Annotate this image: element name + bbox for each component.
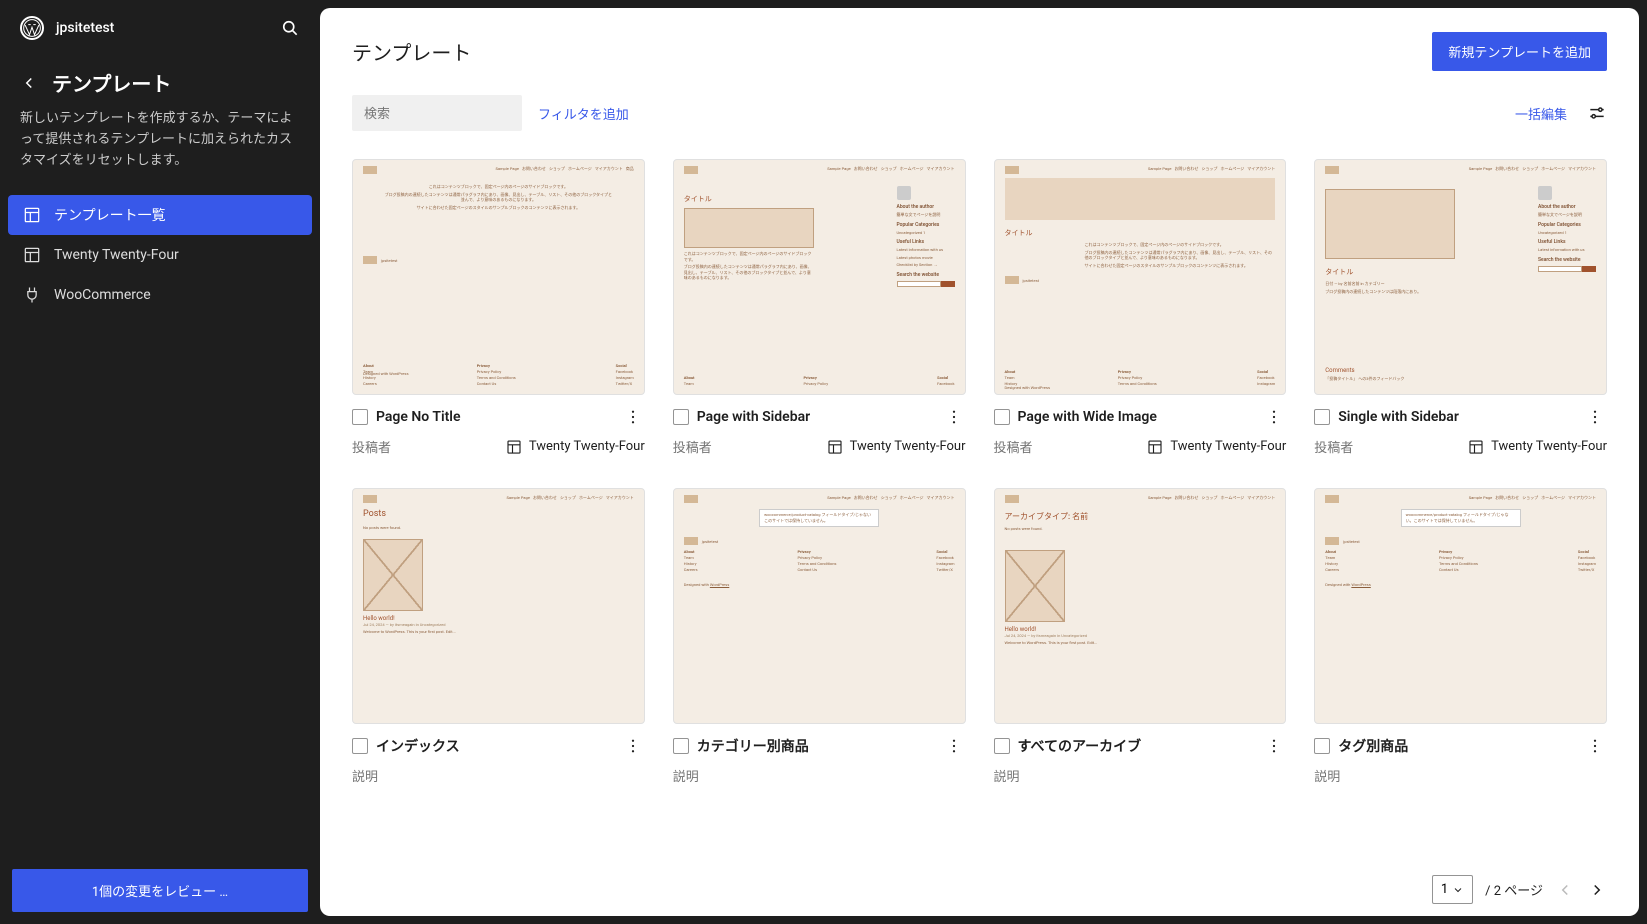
- template-card: Sample Pageお問い合わせショップホームページマイアカウント アーカイブ…: [994, 488, 1287, 789]
- template-card: Sample Pageお問い合わせショップホームページマイアカウント タイトル …: [673, 159, 966, 460]
- layout-icon: [505, 438, 523, 456]
- meta-author-label: 投稿者: [352, 437, 391, 456]
- more-actions-button[interactable]: [1583, 405, 1607, 429]
- template-thumbnail[interactable]: Sample Pageお問い合わせショップホームページマイアカウント wooco…: [1314, 488, 1607, 724]
- template-thumbnail[interactable]: Sample Pageお問い合わせショップホームページマイアカウント タイトル …: [673, 159, 966, 395]
- meta-theme: Twenty Twenty-Four: [505, 438, 645, 456]
- template-title[interactable]: Single with Sidebar: [1338, 409, 1575, 425]
- nav-list: テンプレート一覧 Twenty Twenty-Four WooCommerce: [0, 187, 320, 323]
- template-thumbnail[interactable]: Sample Pageお問い合わせショップホームページマイアカウント タイトル …: [994, 159, 1287, 395]
- layout-icon: [22, 245, 42, 265]
- toolbar: フィルタを追加 一括編集: [320, 89, 1639, 143]
- add-filter-link[interactable]: フィルタを追加: [538, 104, 629, 123]
- template-thumbnail[interactable]: Sample Pageお問い合わせショップホームページマイアカウント アーカイブ…: [994, 488, 1287, 724]
- main-title: テンプレート: [352, 37, 471, 66]
- layout-icon: [826, 438, 844, 456]
- page-title-row: テンプレート: [0, 56, 320, 105]
- template-checkbox[interactable]: [673, 409, 689, 425]
- chevron-down-icon: [1452, 884, 1464, 896]
- meta-description-label: 説明: [1314, 766, 1340, 785]
- meta-author-label: 投稿者: [673, 437, 712, 456]
- nav-item-label: テンプレート一覧: [54, 205, 166, 225]
- layout-icon: [22, 205, 42, 225]
- template-card: Sample Pageお問い合わせショップホームページマイアカウント wooco…: [1314, 488, 1607, 789]
- meta-author-label: 投稿者: [1314, 437, 1353, 456]
- more-actions-button[interactable]: [1262, 734, 1286, 758]
- template-grid: Sample Pageお問い合わせショップホームページマイアカウント商品 これは…: [352, 159, 1607, 789]
- main-content: テンプレート 新規テンプレートを追加 フィルタを追加 一括編集: [320, 8, 1639, 916]
- more-actions-button[interactable]: [1262, 405, 1286, 429]
- layout-icon: [1467, 438, 1485, 456]
- meta-theme: Twenty Twenty-Four: [826, 438, 966, 456]
- template-title[interactable]: すべてのアーカイブ: [1018, 736, 1255, 756]
- add-template-button[interactable]: 新規テンプレートを追加: [1432, 32, 1607, 71]
- meta-theme: Twenty Twenty-Four: [1146, 438, 1286, 456]
- template-title[interactable]: Page No Title: [376, 409, 613, 425]
- more-actions-button[interactable]: [621, 734, 645, 758]
- template-card: Sample Pageお問い合わせショップホームページマイアカウント商品 これは…: [352, 159, 645, 460]
- template-thumbnail[interactable]: Sample Pageお問い合わせショップホームページマイアカウント商品 これは…: [352, 159, 645, 395]
- template-thumbnail[interactable]: Sample Pageお問い合わせショップホームページマイアカウント タイトル …: [1314, 159, 1607, 395]
- nav-item-templates-list[interactable]: テンプレート一覧: [8, 195, 312, 235]
- meta-author-label: 投稿者: [994, 437, 1033, 456]
- template-checkbox[interactable]: [1314, 409, 1330, 425]
- bulk-edit-link[interactable]: 一括編集: [1515, 104, 1567, 123]
- wordpress-logo-icon[interactable]: [20, 16, 44, 40]
- template-checkbox[interactable]: [352, 409, 368, 425]
- template-checkbox[interactable]: [673, 738, 689, 754]
- view-options-icon[interactable]: [1587, 103, 1607, 123]
- back-chevron-icon[interactable]: [20, 74, 38, 92]
- more-actions-button[interactable]: [1583, 734, 1607, 758]
- search-input[interactable]: [360, 98, 544, 129]
- meta-description-label: 説明: [994, 766, 1020, 785]
- review-changes-button[interactable]: 1個の変更をレビュー …: [12, 869, 308, 912]
- template-title[interactable]: インデックス: [376, 736, 613, 756]
- template-grid-wrap: Sample Pageお問い合わせショップホームページマイアカウント商品 これは…: [320, 143, 1639, 863]
- template-checkbox[interactable]: [1314, 738, 1330, 754]
- template-title[interactable]: Page with Wide Image: [1018, 409, 1255, 425]
- template-thumbnail[interactable]: Sample Pageお問い合わせショップホームページマイアカウント wooco…: [673, 488, 966, 724]
- page-select[interactable]: 1: [1432, 875, 1473, 904]
- plug-icon: [22, 285, 42, 305]
- more-actions-button[interactable]: [621, 405, 645, 429]
- search-box: [352, 95, 522, 131]
- template-card: Sample Pageお問い合わせショップホームページマイアカウント タイトル …: [994, 159, 1287, 460]
- template-title[interactable]: Page with Sidebar: [697, 409, 934, 425]
- meta-description-label: 説明: [673, 766, 699, 785]
- template-checkbox[interactable]: [352, 738, 368, 754]
- sidebar-header: jpsitetest: [0, 0, 320, 56]
- template-title[interactable]: カテゴリー別商品: [697, 736, 934, 756]
- page-description: 新しいテンプレートを作成するか、テーマによって提供されるテンプレートに加えられた…: [0, 105, 320, 187]
- template-title[interactable]: タグ別商品: [1338, 736, 1575, 756]
- sidebar: jpsitetest テンプレート 新しいテンプレートを作成するか、テーマによっ…: [0, 0, 320, 924]
- next-page-button[interactable]: [1587, 880, 1607, 900]
- nav-item-label: WooCommerce: [54, 287, 151, 303]
- pagination: 1 / 2 ページ: [320, 863, 1639, 916]
- layout-icon: [1146, 438, 1164, 456]
- template-checkbox[interactable]: [994, 738, 1010, 754]
- template-thumbnail[interactable]: Sample Pageお問い合わせショップホームページマイアカウント Posts…: [352, 488, 645, 724]
- nav-item-twenty-twenty-four[interactable]: Twenty Twenty-Four: [8, 235, 312, 275]
- template-checkbox[interactable]: [994, 409, 1010, 425]
- nav-item-label: Twenty Twenty-Four: [54, 247, 179, 263]
- prev-page-button[interactable]: [1555, 880, 1575, 900]
- site-name[interactable]: jpsitetest: [56, 20, 114, 36]
- main-header: テンプレート 新規テンプレートを追加: [320, 8, 1639, 89]
- page-title: テンプレート: [52, 68, 171, 97]
- template-card: Sample Pageお問い合わせショップホームページマイアカウント タイトル …: [1314, 159, 1607, 460]
- meta-theme: Twenty Twenty-Four: [1467, 438, 1607, 456]
- template-card: Sample Pageお問い合わせショップホームページマイアカウント wooco…: [673, 488, 966, 789]
- page-total-label: / 2 ページ: [1485, 880, 1543, 899]
- template-card: Sample Pageお問い合わせショップホームページマイアカウント Posts…: [352, 488, 645, 789]
- more-actions-button[interactable]: [942, 405, 966, 429]
- search-icon[interactable]: [280, 18, 300, 38]
- meta-description-label: 説明: [352, 766, 378, 785]
- more-actions-button[interactable]: [942, 734, 966, 758]
- nav-item-woocommerce[interactable]: WooCommerce: [8, 275, 312, 315]
